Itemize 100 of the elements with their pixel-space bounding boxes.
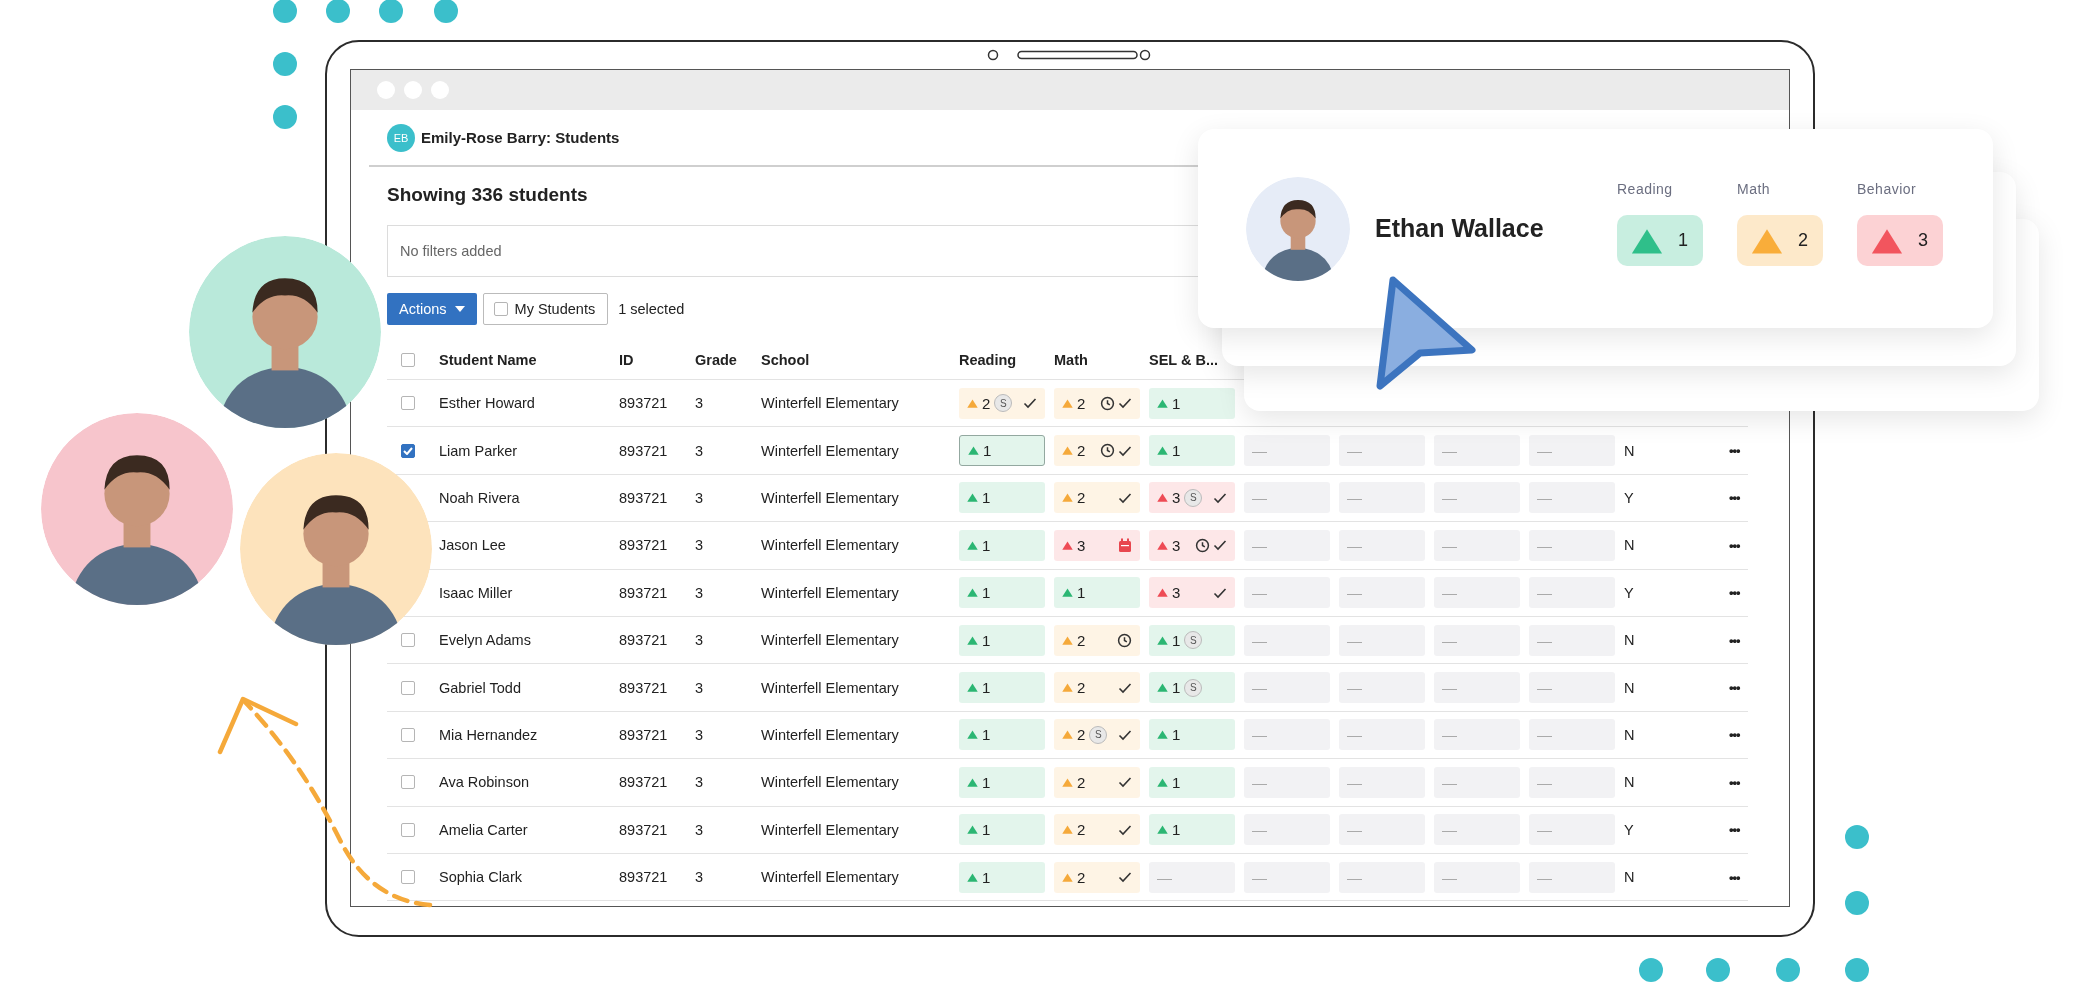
empty-chip: —	[1434, 577, 1520, 609]
more-button[interactable]: •••	[1709, 443, 1740, 459]
empty-chip: —	[1339, 624, 1425, 656]
flag-value: N	[1624, 537, 1635, 554]
empty-chip: —	[1529, 577, 1615, 609]
empty-chip: —	[1434, 624, 1520, 656]
checkbox[interactable]	[401, 633, 415, 648]
more-button[interactable]: •••	[1709, 585, 1740, 601]
score-chip[interactable]: 2 S	[1054, 719, 1140, 751]
score-chip[interactable]: 1	[1149, 719, 1235, 751]
score-chip[interactable]: 2	[1054, 766, 1140, 798]
clock-icon	[1100, 395, 1115, 411]
student-name: Noah Rivera	[439, 489, 520, 506]
check-icon	[1118, 823, 1132, 836]
more-button[interactable]: •••	[1709, 869, 1740, 885]
score-chip[interactable]: 1	[959, 814, 1045, 846]
student-name: Evelyn Adams	[439, 632, 531, 649]
score-chip[interactable]: 1	[959, 861, 1045, 893]
support-badge: S	[1184, 631, 1203, 650]
score-chip[interactable]: 1 S	[1149, 672, 1235, 704]
score-chip[interactable]: 2	[1054, 861, 1140, 893]
more-button[interactable]: •••	[1709, 680, 1740, 696]
student-name: Liam Parker	[439, 442, 518, 459]
score-chip[interactable]: 2	[1054, 387, 1140, 419]
empty-chip: —	[1339, 577, 1425, 609]
empty-chip: —	[1434, 814, 1520, 846]
score-chip[interactable]: 3 S	[1149, 482, 1235, 514]
score-chip[interactable]: 1	[1149, 387, 1235, 419]
score-chip[interactable]: 2	[1054, 814, 1140, 846]
checkbox[interactable]	[401, 680, 415, 695]
check-icon	[1213, 586, 1227, 599]
student-name: Jason Lee	[439, 537, 506, 554]
empty-chip: —	[1244, 435, 1330, 467]
checkbox[interactable]	[401, 727, 415, 742]
school-name: Winterfell Elementary	[761, 395, 899, 412]
checkbox[interactable]	[401, 822, 415, 837]
score-chip[interactable]: 3	[1054, 529, 1140, 561]
more-button[interactable]: •••	[1709, 727, 1740, 743]
empty-chip: —	[1244, 719, 1330, 751]
column-header[interactable]: ID	[619, 352, 634, 368]
score-chip[interactable]: 2	[1054, 624, 1140, 656]
score-chip[interactable]: 1	[1149, 766, 1235, 798]
student-name: Isaac Miller	[439, 584, 513, 601]
empty-chip: —	[1529, 529, 1615, 561]
score-chip[interactable]: 1	[959, 672, 1045, 704]
column-header[interactable]: Student Name	[439, 352, 537, 368]
clock-icon	[1195, 537, 1210, 553]
score-chip[interactable]: 1	[959, 435, 1045, 467]
grade: 3	[695, 442, 704, 459]
checkbox[interactable]	[401, 353, 415, 367]
more-button[interactable]: •••	[1709, 822, 1740, 838]
school-name: Winterfell Elementary	[761, 774, 899, 791]
column-header[interactable]: School	[761, 352, 810, 368]
score-chip[interactable]: 1	[1149, 814, 1235, 846]
check-icon	[1118, 444, 1132, 457]
checkbox[interactable]	[493, 302, 508, 316]
checkbox[interactable]	[401, 870, 415, 885]
empty-chip: —	[1434, 482, 1520, 514]
more-button[interactable]: •••	[1709, 537, 1740, 553]
page-title: Emily-Rose Barry: Students	[421, 129, 620, 146]
more-button[interactable]: •••	[1709, 774, 1740, 790]
student-name: Gabriel Todd	[439, 679, 521, 696]
score-chip[interactable]: 3	[1149, 529, 1235, 561]
clock-icon	[1100, 443, 1115, 459]
score-chip[interactable]: 1	[1054, 577, 1140, 609]
empty-chip: —	[1339, 529, 1425, 561]
checkbox[interactable]	[401, 396, 415, 411]
score-chip[interactable]: 2	[1054, 672, 1140, 704]
school-name: Winterfell Elementary	[761, 726, 899, 743]
score-chip[interactable]: 1	[959, 482, 1045, 514]
actions-button[interactable]: Actions	[387, 293, 477, 325]
more-button[interactable]: •••	[1709, 632, 1740, 648]
score-chip[interactable]: 1	[959, 624, 1045, 656]
checkbox[interactable]	[401, 775, 415, 790]
score-chip[interactable]: 1	[959, 766, 1045, 798]
column-header[interactable]: SEL & B...	[1149, 352, 1219, 368]
checkbox[interactable]	[401, 443, 415, 458]
score-chip[interactable]: 2	[1054, 482, 1140, 514]
score-chip[interactable]: 1 S	[1149, 624, 1235, 656]
score-chip[interactable]: 1	[959, 719, 1045, 751]
score-chip[interactable]: 1	[959, 529, 1045, 561]
student-id: 893721	[619, 395, 668, 412]
column-header[interactable]: Grade	[695, 352, 737, 368]
empty-chip: —	[1244, 577, 1330, 609]
student-id: 893721	[619, 537, 668, 554]
empty-chip: —	[1434, 529, 1520, 561]
score-chip[interactable]: 2 S	[959, 387, 1045, 419]
my-students-button[interactable]: My Students	[482, 293, 609, 325]
score-chip[interactable]: 1	[1149, 435, 1235, 467]
score-chip[interactable]: 2	[1054, 435, 1140, 467]
column-header[interactable]: Reading	[959, 352, 1017, 368]
support-badge: S	[1184, 488, 1203, 507]
empty-chip: —	[1339, 435, 1425, 467]
column-header[interactable]: Math	[1054, 352, 1088, 368]
caret-icon	[454, 306, 465, 312]
score-chip[interactable]: 1	[959, 577, 1045, 609]
score-chip[interactable]: 3	[1149, 577, 1235, 609]
more-button[interactable]: •••	[1709, 490, 1740, 506]
empty-chip: —	[1244, 482, 1330, 514]
flag-value: Y	[1624, 821, 1634, 838]
